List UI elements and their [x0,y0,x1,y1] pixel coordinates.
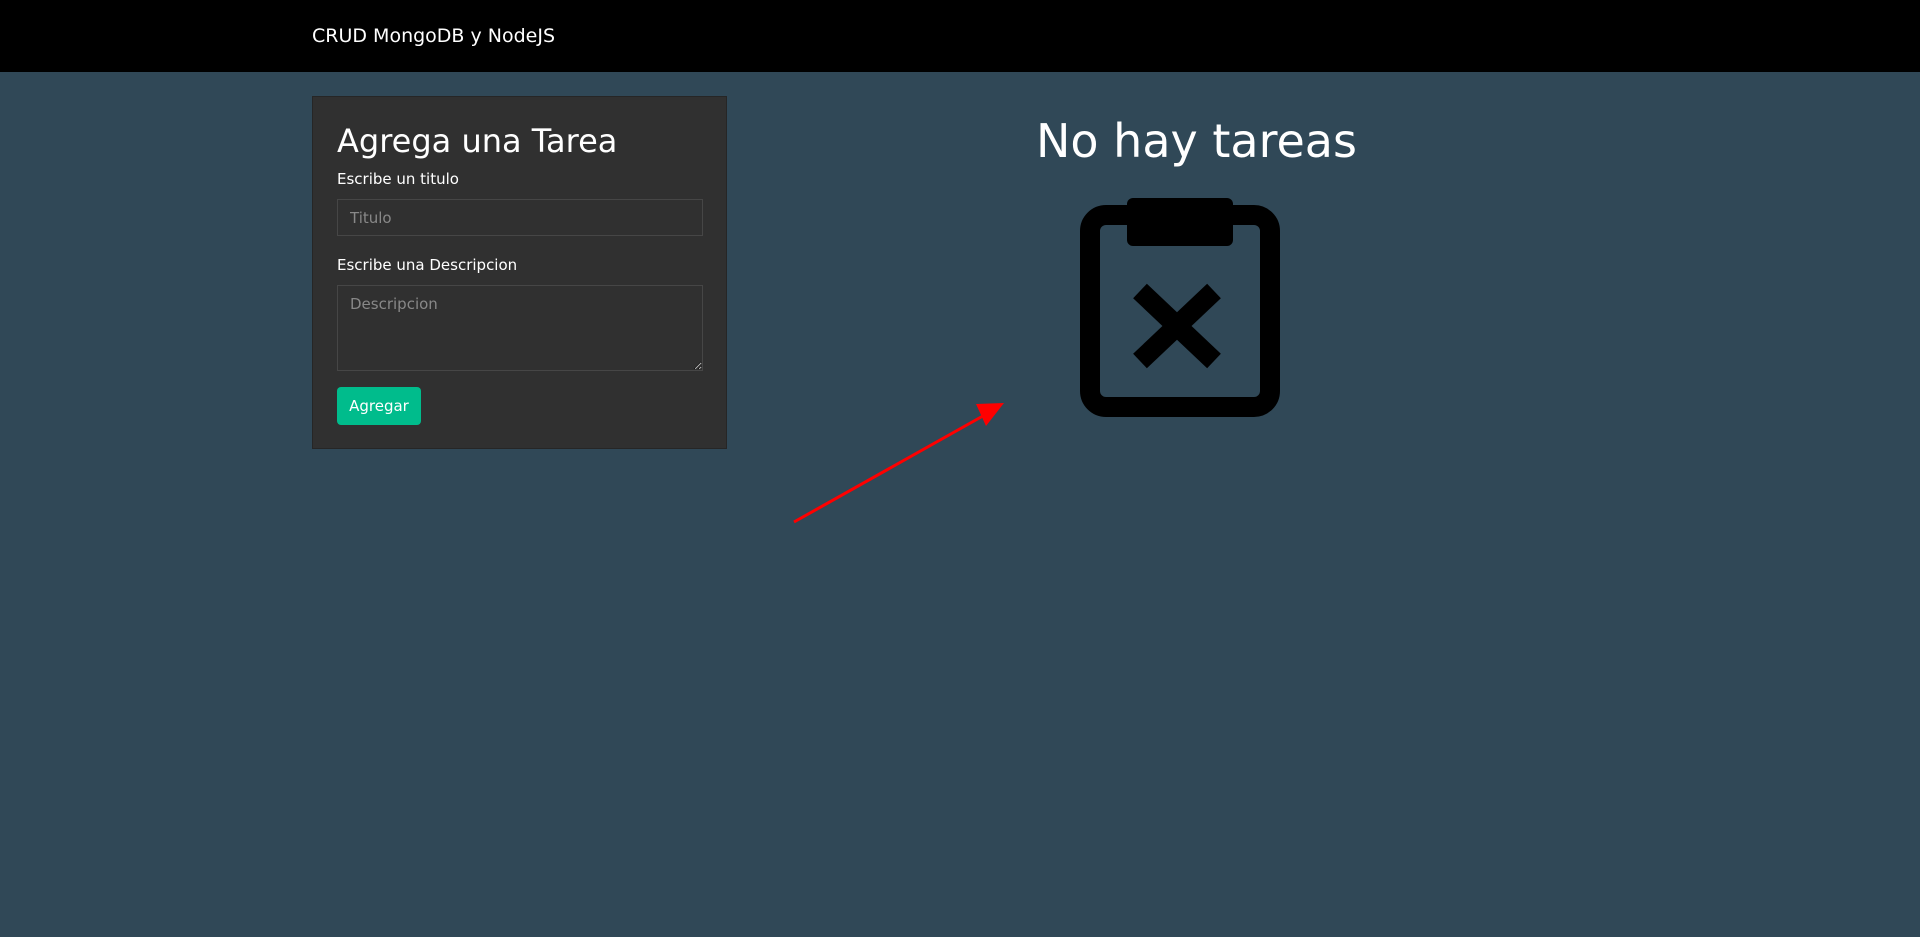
description-textarea[interactable] [337,285,703,371]
description-label: Escribe una Descripcion [337,256,518,274]
navbar: CRUD MongoDB y NodeJS [0,0,1920,72]
add-task-button[interactable]: Agregar [337,387,421,425]
clipboard-x-icon [1080,198,1280,417]
form-title: Agrega una Tarea [337,122,618,160]
navbar-brand[interactable]: CRUD MongoDB y NodeJS [312,23,555,49]
arrow-annotation-icon [793,403,1004,524]
add-task-form-card: Agrega una Tarea Escribe un titulo Escri… [312,96,727,449]
title-label: Escribe un titulo [337,170,459,188]
title-input[interactable] [337,199,703,236]
empty-state-message: No hay tareas [1036,114,1357,168]
